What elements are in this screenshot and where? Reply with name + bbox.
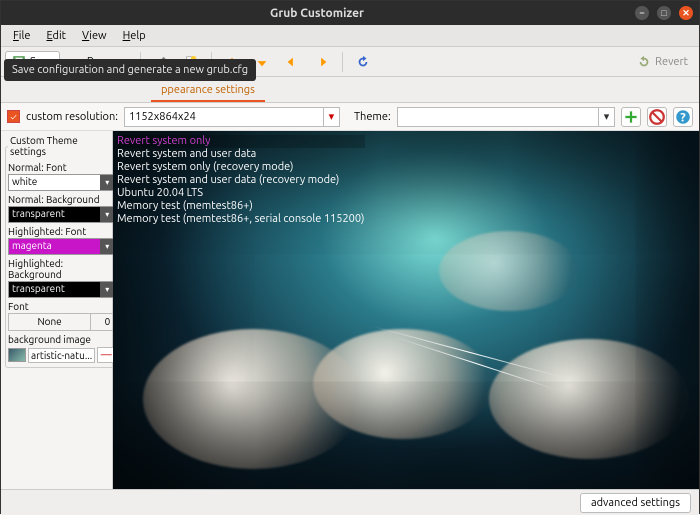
revert-button[interactable]: Revert bbox=[630, 51, 695, 73]
minimize-button[interactable]: – bbox=[635, 6, 649, 20]
hl-bg-select[interactable]: transparent▾ bbox=[8, 281, 115, 298]
revert-icon bbox=[637, 55, 651, 69]
advanced-settings-button[interactable]: advanced settings bbox=[580, 493, 691, 513]
grub-preview: Revert system only Revert system and use… bbox=[113, 131, 699, 489]
resolution-checkbox[interactable]: ✓ bbox=[7, 110, 20, 123]
arrow-down-icon bbox=[255, 55, 269, 69]
resolution-label: custom resolution: bbox=[26, 111, 118, 123]
svg-text:?: ? bbox=[680, 110, 686, 124]
menu-view[interactable]: View bbox=[74, 30, 115, 42]
close-button[interactable]: ✕ bbox=[679, 6, 693, 20]
arrow-right-icon bbox=[315, 55, 329, 69]
footer: advanced settings bbox=[1, 489, 699, 515]
theme-remove-button[interactable] bbox=[647, 107, 667, 127]
resolution-row: ✓ custom resolution: ▾ Theme: ▾ ? bbox=[1, 103, 699, 131]
bg-image-row: artistic-natu... — bbox=[8, 347, 115, 363]
right-button[interactable] bbox=[308, 51, 336, 73]
arrow-left-icon bbox=[285, 55, 299, 69]
save-tooltip: Save configuration and generate a new gr… bbox=[4, 59, 256, 81]
chevron-down-icon[interactable]: ▾ bbox=[324, 107, 340, 127]
grub-entry: Ubuntu 20.04 LTS bbox=[117, 187, 365, 200]
sidebar: Custom Theme settings Normal: Font white… bbox=[1, 131, 113, 489]
resolution-input[interactable] bbox=[124, 107, 324, 127]
chevron-down-icon[interactable]: ▾ bbox=[599, 107, 615, 127]
theme-settings-legend: Custom Theme settings bbox=[8, 135, 115, 157]
left-button[interactable] bbox=[278, 51, 306, 73]
main-area: Custom Theme settings Normal: Font white… bbox=[1, 131, 699, 489]
resolution-combo[interactable]: ▾ bbox=[124, 107, 340, 127]
maximize-button[interactable]: □ bbox=[657, 6, 671, 20]
theme-help-button[interactable]: ? bbox=[673, 107, 693, 127]
normal-bg-select[interactable]: transparent▾ bbox=[8, 206, 115, 223]
bg-thumbnail bbox=[8, 348, 26, 362]
menu-help[interactable]: Help bbox=[115, 30, 154, 42]
hl-font-select[interactable]: magenta▾ bbox=[8, 238, 115, 255]
bg-filename[interactable]: artistic-natu... bbox=[28, 348, 95, 363]
grub-entry: Memory test (memtest86+, serial console … bbox=[117, 213, 365, 226]
normal-font-label: Normal: Font bbox=[8, 162, 115, 173]
grub-entry: Revert system only (recovery mode) bbox=[117, 161, 365, 174]
normal-font-select[interactable]: white▾ bbox=[8, 174, 115, 191]
toolbar-separator bbox=[342, 52, 343, 72]
cancel-icon bbox=[648, 108, 666, 126]
window-title: Grub Customizer bbox=[7, 7, 627, 20]
normal-bg-label: Normal: Background bbox=[8, 194, 115, 205]
theme-settings-group: Custom Theme settings Normal: Font white… bbox=[5, 135, 118, 368]
menu-edit[interactable]: Edit bbox=[38, 30, 74, 42]
grub-entry: Revert system and user data bbox=[117, 148, 365, 161]
hl-font-label: Highlighted: Font bbox=[8, 226, 115, 237]
grub-entry-selected: Revert system only bbox=[117, 135, 365, 148]
plus-icon bbox=[622, 108, 640, 126]
reload-button[interactable] bbox=[349, 51, 377, 73]
menu-bar: File Edit View Help bbox=[1, 25, 699, 47]
help-icon: ? bbox=[674, 108, 692, 126]
theme-label: Theme: bbox=[354, 111, 391, 123]
grub-menu-text: Revert system only Revert system and use… bbox=[117, 135, 365, 226]
font-selector[interactable]: None0 bbox=[8, 313, 115, 331]
theme-input[interactable] bbox=[397, 107, 599, 127]
menu-file[interactable]: File bbox=[5, 30, 38, 42]
grub-entry: Memory test (memtest86+) bbox=[117, 200, 365, 213]
theme-combo[interactable]: ▾ bbox=[397, 107, 615, 127]
revert-label: Revert bbox=[655, 56, 688, 68]
font-label: Font bbox=[8, 301, 115, 312]
window-titlebar: Grub Customizer – □ ✕ bbox=[1, 1, 699, 25]
bg-image-label: background image bbox=[8, 334, 115, 345]
reload-icon bbox=[356, 55, 370, 69]
hl-bg-label: Highlighted: Background bbox=[8, 258, 115, 280]
tab-appearance[interactable]: ppearance settings bbox=[151, 80, 265, 102]
theme-add-button[interactable] bbox=[621, 107, 641, 127]
grub-entry: Revert system and user data (recovery mo… bbox=[117, 174, 365, 187]
